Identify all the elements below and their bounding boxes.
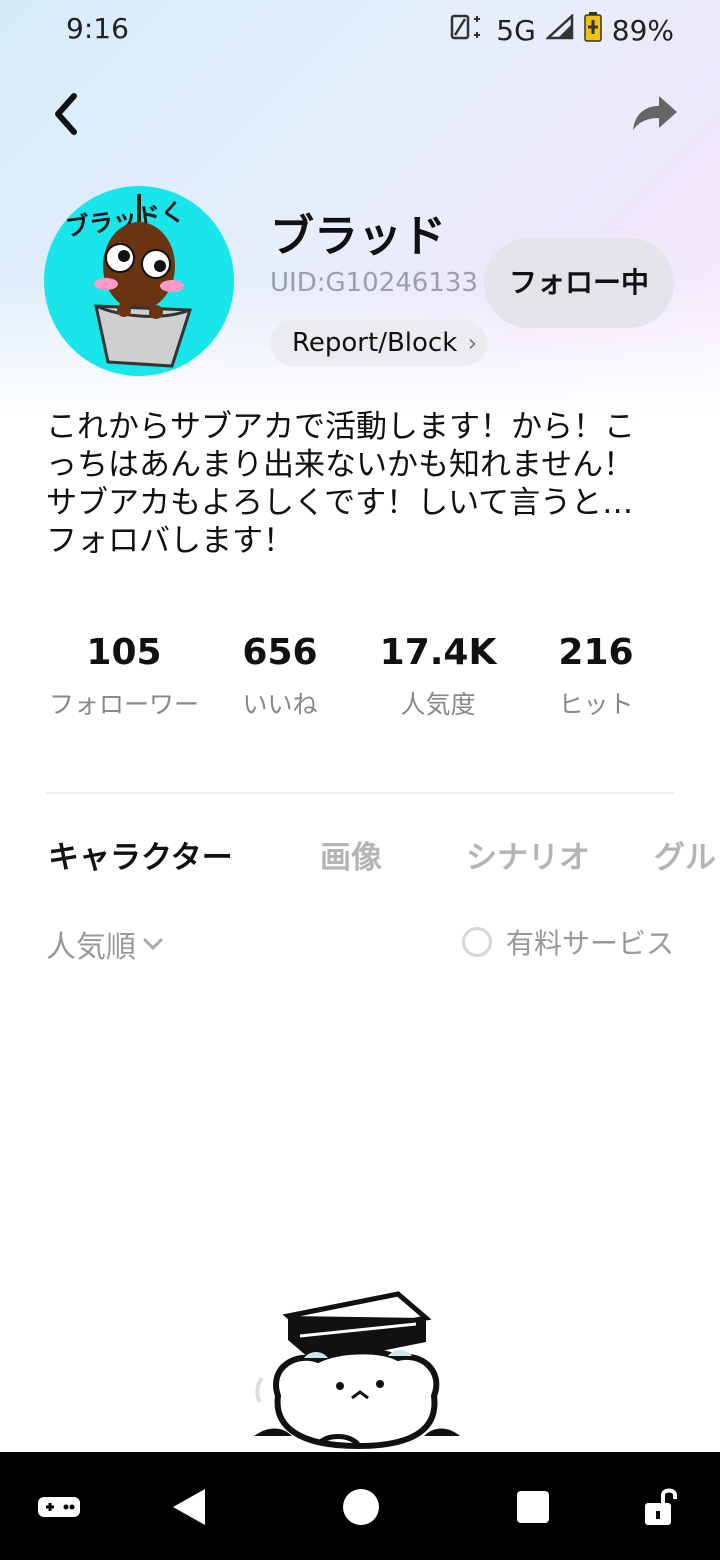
vibrate-icon: [450, 13, 486, 48]
battery-icon: [584, 12, 602, 49]
signal-icon: [544, 13, 574, 47]
status-time: 9:16: [66, 12, 129, 45]
home-circle-icon: [343, 1489, 379, 1525]
empty-state-mascot: [248, 1286, 468, 1456]
nav-recents-button[interactable]: [508, 1482, 558, 1532]
stat-likes[interactable]: 656 いいね: [200, 632, 360, 721]
back-arrow-icon: [55, 93, 77, 135]
stat-label: ヒット: [558, 690, 634, 719]
profile-username: ブラッド: [270, 211, 446, 262]
tab-characters[interactable]: キャラクター: [48, 832, 233, 877]
sort-label: 人気順: [46, 930, 136, 965]
gamepad-icon: [38, 1497, 80, 1517]
chevron-right-icon: ›: [467, 329, 478, 357]
paid-service-toggle[interactable]: 有料サービス: [461, 922, 674, 962]
share-button[interactable]: [624, 84, 684, 144]
stat-hits[interactable]: 216 ヒット: [516, 632, 676, 721]
report-block-label: Report/Block: [292, 328, 458, 358]
profile-bio: これからサブアカで活動します！から！こ っちはあんまり出来ないかも知れません！ …: [46, 408, 666, 560]
stat-value: 17.4K: [379, 632, 497, 673]
stat-popularity[interactable]: 17.4K 人気度: [358, 632, 518, 721]
divider: [46, 792, 674, 794]
bio-line: これからサブアカで活動します！から！こ: [46, 409, 635, 445]
bio-line: フォロバします！: [46, 523, 294, 559]
bio-line: っちはあんまり出来ないかも知れません！: [46, 447, 635, 483]
status-bar: 9:16 5G 89%: [0, 0, 720, 56]
content-tabs: キャラクター 画像 シナリオ グル: [0, 832, 720, 882]
nav-back-button[interactable]: [164, 1482, 214, 1532]
mascot-illustration: [254, 1291, 460, 1450]
stat-label: いいね: [242, 690, 318, 719]
back-button[interactable]: [36, 84, 96, 144]
stat-followers[interactable]: 105 フォローワー: [44, 632, 204, 721]
lock-icon: [645, 1488, 677, 1525]
avatar[interactable]: ブラッドく: [44, 186, 234, 376]
stat-value: 216: [558, 632, 634, 673]
bio-line: サブアカもよろしくです！しいて言うと…: [46, 485, 634, 521]
battery-percent: 89%: [611, 14, 674, 47]
paid-service-label: 有料サービス: [505, 927, 674, 960]
system-navigation-bar: [0, 1452, 720, 1560]
profile-stats: 105 フォローワー 656 いいね 17.4K 人気度 216 ヒット: [0, 632, 720, 732]
stat-value: 656: [242, 632, 318, 673]
game-mode-button[interactable]: [34, 1482, 84, 1532]
stat-value: 105: [86, 632, 162, 673]
recents-square-icon: [517, 1491, 549, 1523]
tab-groups[interactable]: グル: [654, 832, 716, 877]
nav-home-button[interactable]: [336, 1482, 386, 1532]
sort-dropdown[interactable]: 人気順: [46, 922, 164, 966]
stat-label: フォローワー: [48, 690, 199, 719]
following-button[interactable]: フォロー中: [484, 238, 674, 328]
tab-images[interactable]: 画像: [320, 832, 382, 877]
network-label: 5G: [496, 14, 536, 47]
chevron-down-icon: [143, 938, 163, 951]
back-triangle-icon: [173, 1489, 205, 1525]
share-icon: [633, 96, 677, 130]
radio-button[interactable]: [461, 927, 492, 957]
report-block-button[interactable]: Report/Block ›: [270, 320, 488, 366]
tab-scenarios[interactable]: シナリオ: [466, 832, 590, 877]
screen-lock-button[interactable]: [636, 1482, 686, 1532]
profile-uid: UID:G10246133: [270, 268, 478, 298]
status-icons: 5G 89%: [450, 12, 674, 49]
stat-label: 人気度: [400, 690, 476, 719]
avatar-illustration: ブラッドく: [64, 194, 193, 368]
